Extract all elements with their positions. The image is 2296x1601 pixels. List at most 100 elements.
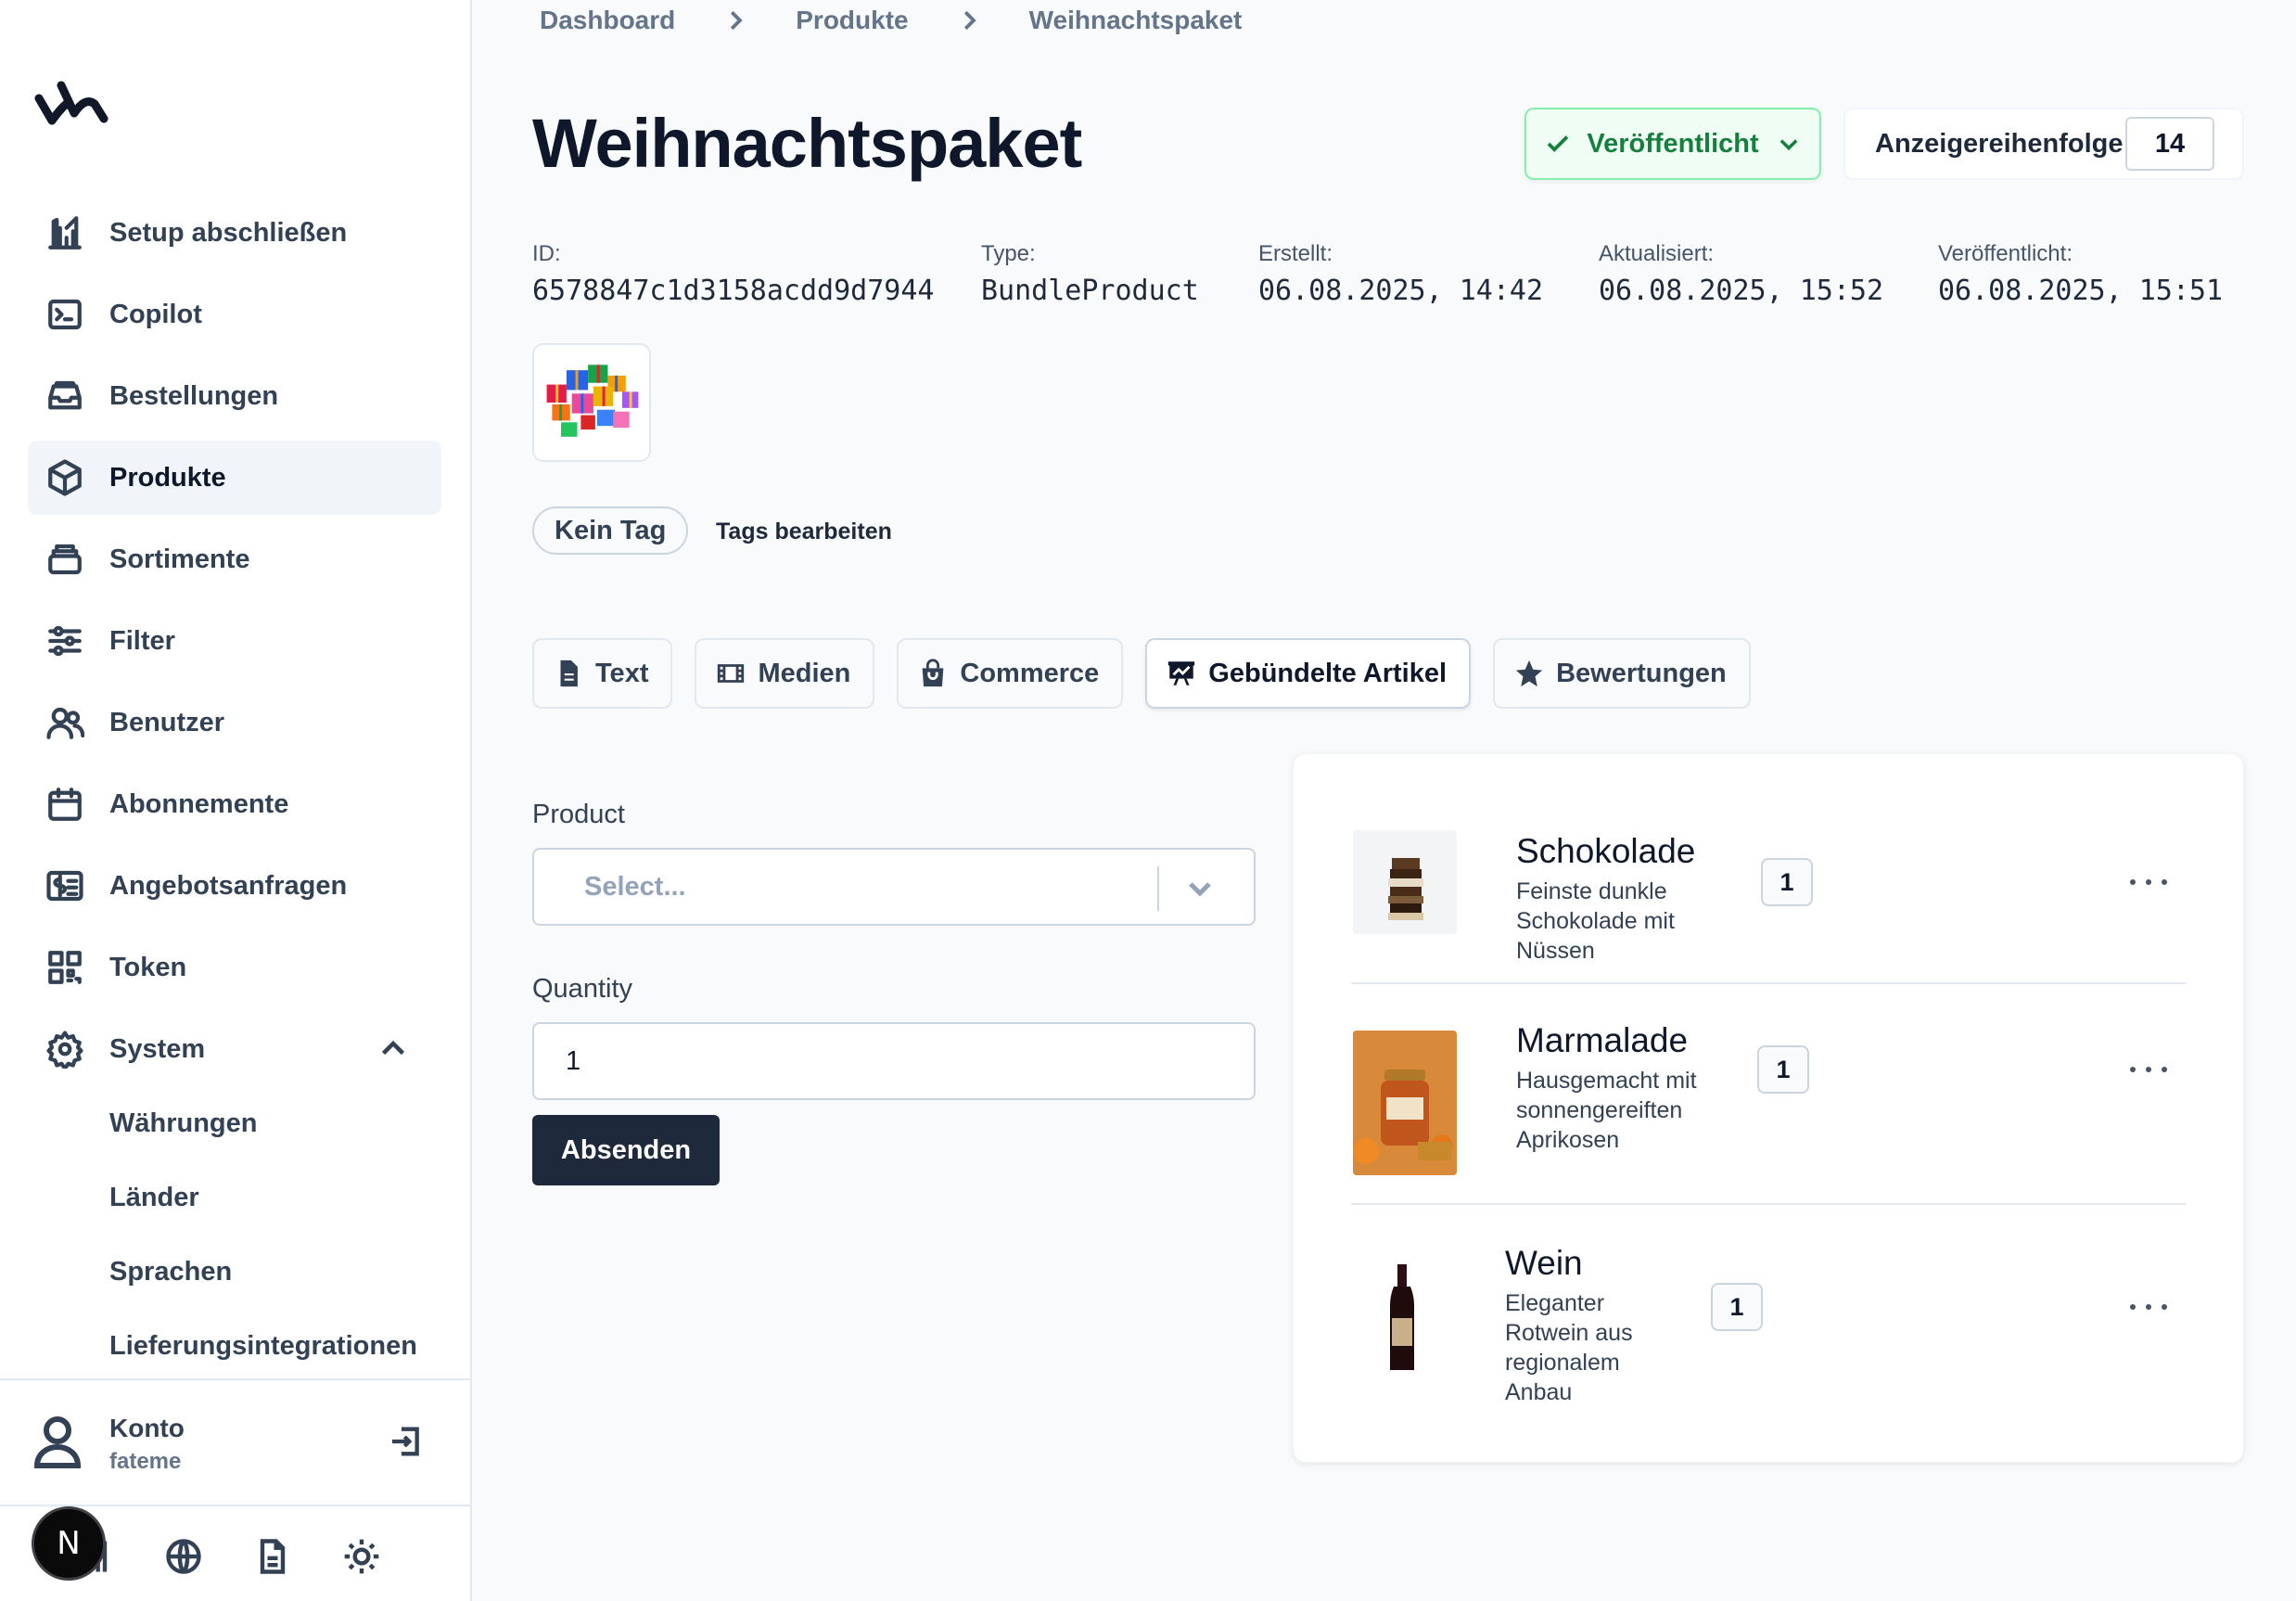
tag-pill[interactable]: Kein Tag [532,506,689,555]
film-icon [718,664,745,683]
sidebar-item-bestellungen[interactable]: Bestellungen [28,359,441,433]
status-dropdown[interactable]: Veröffentlicht [1524,108,1821,180]
sidebar-item-token[interactable]: Token [28,930,441,1005]
building-chart-icon [45,212,85,253]
bundle-items-list: Schokolade Feinste dunkle Schokolade mit… [1293,753,2244,1463]
display-order-label: Anzeigereihenfolge [1875,128,2124,159]
sidebar-item-label: Filter [109,625,175,656]
item-quantity[interactable]: 1 [1761,858,1813,906]
nextjs-badge[interactable]: N [32,1506,106,1581]
product-thumbnail[interactable] [532,343,651,462]
meta-published: Veröffentlicht: 06.08.2025, 15:51 [1938,241,2223,307]
tab-commerce[interactable]: Commerce [897,638,1124,709]
tab-bewertungen[interactable]: Bewertungen [1493,638,1751,709]
more-options-icon[interactable] [2130,1060,2167,1079]
page-title: Weihnachtspaket [532,105,1082,182]
sidebar-subitem-laender[interactable]: Länder [28,1160,441,1235]
cube-icon [45,457,85,498]
status-label: Veröffentlicht [1587,128,1759,159]
chevron-down-icon[interactable] [1181,870,1218,907]
product-label: Product [532,800,625,829]
item-quantity[interactable]: 1 [1757,1045,1809,1094]
sidebar-item-label: Token [109,952,187,982]
terminal-icon [45,294,85,335]
desc-line: Anbau [1505,1379,1573,1405]
sidebar-item-copilot[interactable]: Copilot [28,277,441,352]
sidebar-item-sortimente[interactable]: Sortimente [28,522,441,596]
sidebar-item-angebotsanfragen[interactable]: Angebotsanfragen [28,849,441,923]
display-order-input[interactable]: 14 [2125,117,2214,171]
product-image-marmalade [1353,1031,1457,1175]
desc-line: Schokolade mit [1516,908,1675,934]
inbox-stack-icon [45,376,85,416]
display-order: Anzeigereihenfolge 14 [1843,108,2244,180]
sun-icon[interactable] [341,1536,382,1577]
breadcrumb-item[interactable]: Dashboard [540,6,675,35]
meta-value: BundleProduct [981,275,1199,307]
sidebar-divider [0,1378,472,1380]
item-quantity[interactable]: 1 [1711,1283,1763,1331]
meta-value: 06.08.2025, 15:52 [1599,275,1884,307]
list-item: Wein Eleganter Rotwein aus regionalem An… [1353,1242,2184,1418]
chevron-up-icon[interactable] [376,1032,410,1066]
list-divider [1351,982,2186,984]
globe-icon[interactable] [163,1536,204,1577]
edit-tags-link[interactable]: Tags bearbeiten [716,519,892,545]
desc-line: regionalem [1505,1350,1620,1376]
item-title: Schokolade [1516,832,1696,870]
sidebar-item-label: Copilot [109,299,202,329]
product-select-placeholder: Select... [584,872,686,902]
desc-line: Hausgemacht mit [1516,1068,1697,1094]
sidebar-item-abonnemente[interactable]: Abonnemente [28,767,441,841]
sidebar-item-produkte[interactable]: Produkte [28,441,441,515]
presentation-chart-icon [1168,661,1195,685]
check-icon [1548,135,1569,152]
product-image-chocolate [1353,830,1457,934]
tab-text[interactable]: Text [532,638,673,709]
chevron-down-icon [1779,139,1798,151]
item-description: Hausgemacht mit sonnengereiften Aprikose… [1516,1066,1697,1155]
more-options-icon[interactable] [2130,873,2167,891]
brand-logo[interactable] [33,76,117,135]
meta-value: 6578847c1d3158acdd9d7944 [532,275,935,307]
product-select[interactable]: Select... [532,848,1256,926]
account-section[interactable]: Konto fateme [33,1410,441,1475]
sidebar-item-filter[interactable]: Filter [28,604,441,678]
document-icon [560,660,578,687]
submit-button[interactable]: Absenden [532,1115,720,1185]
breadcrumb-item[interactable]: Weihnachtspaket [1029,6,1243,35]
meta-label: Erstellt: [1258,241,1333,266]
logout-icon[interactable] [388,1423,425,1460]
sidebar-item-system[interactable]: System [28,1012,441,1086]
sidebar-item-setup[interactable]: Setup abschließen [28,196,441,270]
tab-gebuendelte-artikel[interactable]: Gebündelte Artikel [1145,638,1472,709]
sidebar-subitem-sprachen[interactable]: Sprachen [28,1235,441,1309]
breadcrumb-item[interactable]: Produkte [796,6,908,35]
desc-line: Aprikosen [1516,1127,1620,1153]
sidebar-item-benutzer[interactable]: Benutzer [28,685,441,760]
sidebar-item-label: Sortimente [109,544,250,574]
sidebar-item-label: Benutzer [109,707,225,737]
breadcrumb: Dashboard Produkte Weihnachtspaket [540,6,1242,35]
list-divider [1351,1203,2186,1205]
list-item: Schokolade Feinste dunkle Schokolade mit… [1353,830,2184,964]
desc-line: Eleganter [1505,1290,1605,1316]
quantity-input[interactable]: 1 [532,1022,1256,1100]
document-icon[interactable] [252,1536,293,1577]
desc-line: Rotwein aus [1505,1320,1633,1346]
receipt-dollar-icon [45,865,85,906]
chevron-right-icon [955,6,983,34]
sidebar-nav: Setup abschließen Copilot Bestellungen P… [28,196,441,1383]
users-icon [45,702,85,743]
tab-label: Bewertungen [1556,658,1727,688]
sidebar-subitem-lieferungsintegrationen[interactable]: Lieferungsintegrationen [28,1309,441,1383]
meta-value: 06.08.2025, 14:42 [1258,275,1544,307]
meta-value: 06.08.2025, 15:51 [1938,275,2224,307]
meta-type: Type: BundleProduct [981,241,1199,307]
sidebar-subitem-waehrungen[interactable]: Währungen [28,1086,441,1160]
tab-label: Medien [758,658,851,688]
product-image-wine [1353,1264,1457,1372]
tab-medien[interactable]: Medien [695,638,875,709]
more-options-icon[interactable] [2130,1298,2167,1316]
sidebar-item-label: Bestellungen [109,380,279,411]
